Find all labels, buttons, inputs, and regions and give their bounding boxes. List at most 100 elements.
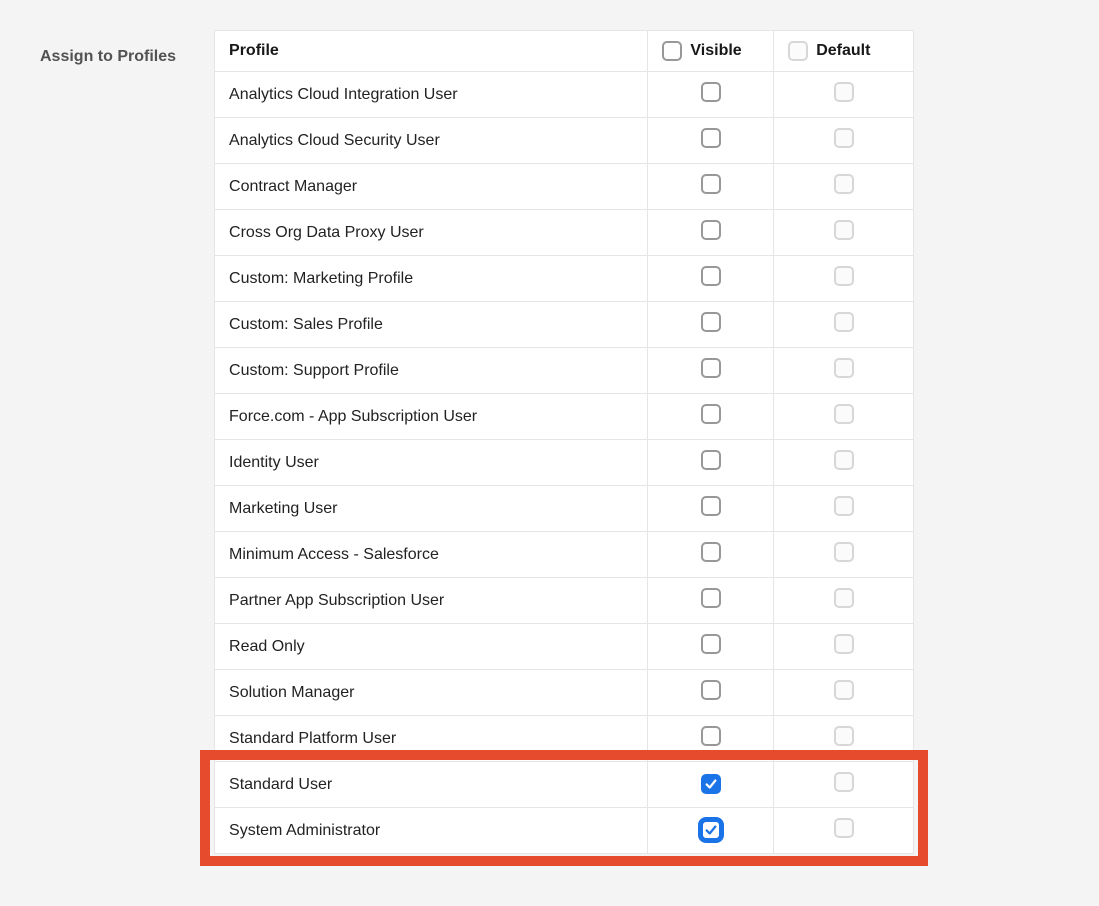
visible-checkbox[interactable] (701, 450, 721, 470)
visible-cell (648, 486, 774, 532)
table-row: Custom: Sales Profile (215, 302, 914, 348)
profile-name-cell: System Administrator (215, 808, 648, 854)
visible-cell (648, 256, 774, 302)
profile-name-cell: Solution Manager (215, 670, 648, 716)
profile-name-cell: Marketing User (215, 486, 648, 532)
default-cell (774, 118, 914, 164)
table-row: Custom: Marketing Profile (215, 256, 914, 302)
section-label: Assign to Profiles (40, 30, 176, 66)
default-cell (774, 486, 914, 532)
profile-name-cell: Analytics Cloud Security User (215, 118, 648, 164)
visible-checkbox[interactable] (701, 820, 721, 840)
visible-checkbox[interactable] (701, 358, 721, 378)
column-header-visible-label: Visible (690, 42, 741, 60)
default-cell (774, 716, 914, 762)
visible-cell (648, 348, 774, 394)
visible-cell (648, 72, 774, 118)
visible-checkbox[interactable] (701, 726, 721, 746)
column-header-default-label: Default (816, 42, 870, 60)
table-row: Force.com - App Subscription User (215, 394, 914, 440)
visible-cell (648, 762, 774, 808)
visible-checkbox[interactable] (701, 128, 721, 148)
table-row: Partner App Subscription User (215, 578, 914, 624)
column-header-visible: Visible (648, 31, 774, 72)
table-row: Analytics Cloud Integration User (215, 72, 914, 118)
visible-checkbox[interactable] (701, 588, 721, 608)
default-checkbox (834, 588, 854, 608)
column-header-profile: Profile (215, 31, 648, 72)
default-cell (774, 72, 914, 118)
default-checkbox (834, 634, 854, 654)
default-cell (774, 440, 914, 486)
default-cell (774, 302, 914, 348)
default-checkbox (834, 450, 854, 470)
visible-cell (648, 578, 774, 624)
profiles-table-wrap: Profile Visible (214, 30, 914, 854)
default-cell (774, 394, 914, 440)
default-checkbox (834, 312, 854, 332)
visible-cell (648, 716, 774, 762)
default-cell (774, 210, 914, 256)
visible-checkbox[interactable] (701, 634, 721, 654)
table-row: Standard User (215, 762, 914, 808)
default-checkbox (834, 174, 854, 194)
default-cell (774, 348, 914, 394)
column-header-default: Default (774, 31, 914, 72)
default-checkbox (834, 266, 854, 286)
default-checkbox (834, 818, 854, 838)
default-cell (774, 256, 914, 302)
default-cell (774, 578, 914, 624)
profile-name-cell: Identity User (215, 440, 648, 486)
profile-name-cell: Minimum Access - Salesforce (215, 532, 648, 578)
table-row: Solution Manager (215, 670, 914, 716)
table-row: Read Only (215, 624, 914, 670)
default-checkbox (834, 772, 854, 792)
visible-select-all-checkbox[interactable] (662, 41, 682, 61)
visible-cell (648, 624, 774, 670)
default-cell (774, 532, 914, 578)
profile-name-cell: Contract Manager (215, 164, 648, 210)
visible-checkbox[interactable] (701, 266, 721, 286)
visible-cell (648, 118, 774, 164)
default-checkbox (834, 726, 854, 746)
profile-name-cell: Read Only (215, 624, 648, 670)
profile-name-cell: Custom: Support Profile (215, 348, 648, 394)
default-checkbox (834, 680, 854, 700)
default-cell (774, 164, 914, 210)
default-select-all-checkbox[interactable] (788, 41, 808, 61)
visible-cell (648, 670, 774, 716)
table-row: Contract Manager (215, 164, 914, 210)
table-row: Analytics Cloud Security User (215, 118, 914, 164)
default-checkbox (834, 128, 854, 148)
column-header-profile-label: Profile (229, 42, 279, 59)
visible-checkbox[interactable] (701, 496, 721, 516)
visible-checkbox[interactable] (701, 220, 721, 240)
visible-cell (648, 164, 774, 210)
table-row: Cross Org Data Proxy User (215, 210, 914, 256)
visible-checkbox[interactable] (701, 404, 721, 424)
table-row: System Administrator (215, 808, 914, 854)
visible-cell (648, 394, 774, 440)
visible-checkbox[interactable] (701, 174, 721, 194)
table-row: Minimum Access - Salesforce (215, 532, 914, 578)
profile-name-cell: Custom: Sales Profile (215, 302, 648, 348)
visible-cell (648, 210, 774, 256)
visible-checkbox[interactable] (701, 680, 721, 700)
visible-checkbox[interactable] (701, 312, 721, 332)
default-cell (774, 670, 914, 716)
table-row: Standard Platform User (215, 716, 914, 762)
visible-checkbox[interactable] (701, 542, 721, 562)
visible-checkbox[interactable] (701, 82, 721, 102)
visible-cell (648, 302, 774, 348)
profiles-table: Profile Visible (214, 30, 914, 854)
default-checkbox (834, 220, 854, 240)
visible-checkbox[interactable] (701, 774, 721, 794)
profile-name-cell: Analytics Cloud Integration User (215, 72, 648, 118)
default-checkbox (834, 358, 854, 378)
visible-cell (648, 532, 774, 578)
default-checkbox (834, 542, 854, 562)
profile-name-cell: Cross Org Data Proxy User (215, 210, 648, 256)
profile-name-cell: Custom: Marketing Profile (215, 256, 648, 302)
default-cell (774, 808, 914, 854)
visible-cell (648, 808, 774, 854)
